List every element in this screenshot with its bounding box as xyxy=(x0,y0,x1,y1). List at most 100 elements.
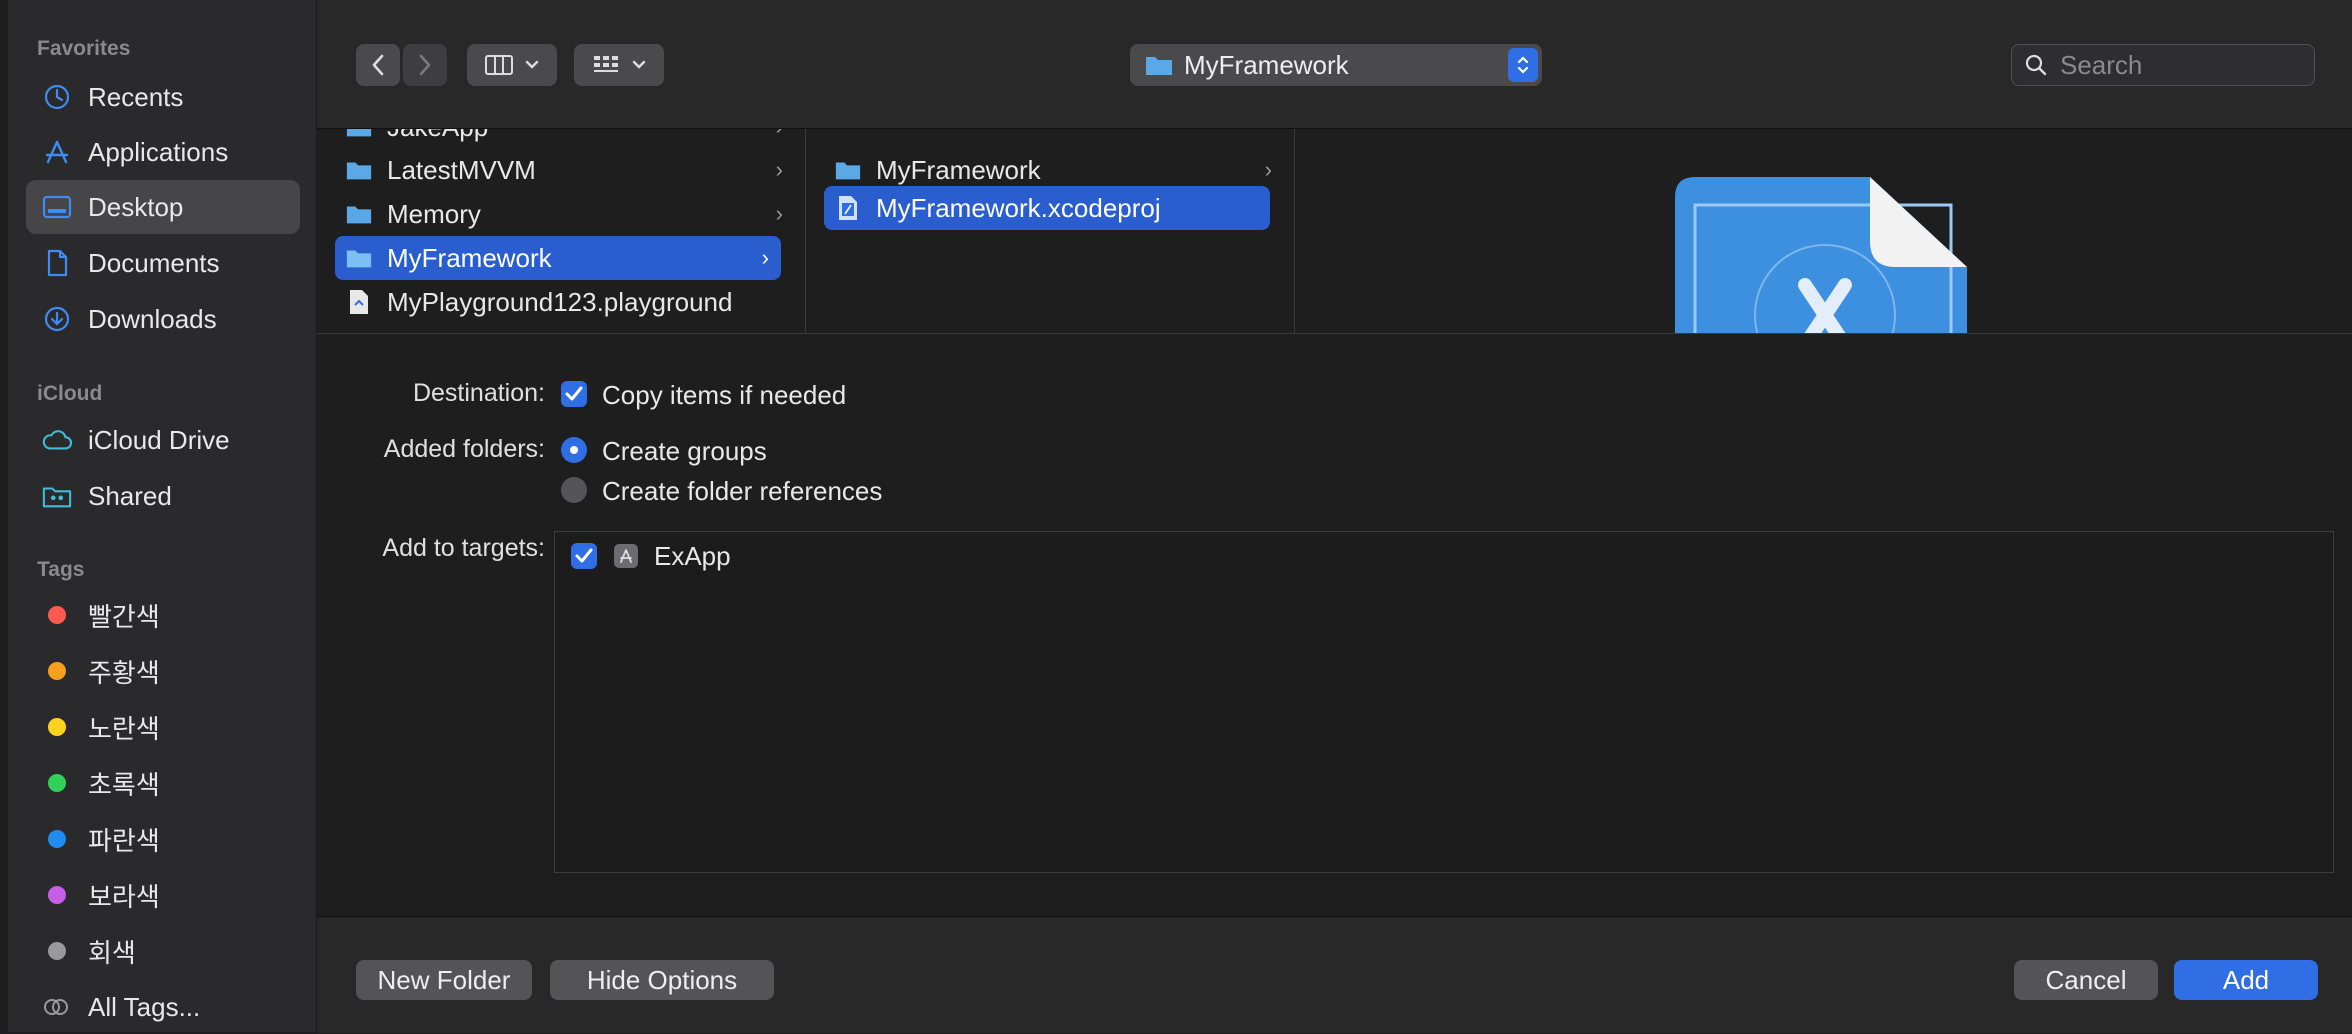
sidebar-tag-red[interactable]: 빨간색 xyxy=(26,588,300,642)
shared-folder-icon xyxy=(42,483,72,509)
sidebar-item-label: 주황색 xyxy=(88,657,160,688)
sidebar-tag-yellow[interactable]: 노란색 xyxy=(26,700,300,754)
tag-green-dot-icon xyxy=(48,774,66,792)
sidebar-item-label: Desktop xyxy=(88,191,184,222)
back-button[interactable] xyxy=(356,44,400,86)
folder-icon xyxy=(834,158,862,182)
checkmark-icon xyxy=(565,386,583,401)
cloud-icon xyxy=(42,429,72,451)
tags-section-title: Tags xyxy=(37,558,85,581)
list-item[interactable]: JakeApp › xyxy=(335,129,795,149)
sidebar-tag-orange[interactable]: 주황색 xyxy=(26,644,300,698)
copy-items-label: Copy items if needed xyxy=(602,380,847,410)
list-item-selected[interactable]: MyFramework › xyxy=(335,236,781,280)
destination-label: Destination: xyxy=(412,379,545,407)
sidebar-tag-purple[interactable]: 보라색 xyxy=(26,868,300,922)
forward-button[interactable] xyxy=(403,44,447,86)
search-input[interactable]: Search xyxy=(2060,50,2142,81)
list-item-selected[interactable]: MyFramework.xcodeproj xyxy=(824,186,1270,230)
main-panel: MyFramework Search JakeApp › LatestMVVM … xyxy=(317,0,2352,1033)
column-browser: JakeApp › LatestMVVM › Memory › MyFramew… xyxy=(317,129,2352,334)
copy-items-checkbox[interactable] xyxy=(561,381,587,407)
sidebar-item-documents[interactable]: Documents xyxy=(26,236,300,290)
sidebar-item-label: Applications xyxy=(88,136,229,167)
sidebar-item-recents[interactable]: Recents xyxy=(26,70,300,124)
list-item[interactable]: MyPlayground123.playground xyxy=(335,280,795,324)
sidebar-item-downloads[interactable]: Downloads xyxy=(26,292,300,346)
chevron-right-icon: › xyxy=(775,201,783,226)
folder-icon xyxy=(345,246,373,270)
new-folder-button[interactable]: New Folder xyxy=(356,960,532,1000)
chevron-right-icon: › xyxy=(1264,157,1272,182)
favorites-section-title: Favorites xyxy=(37,37,131,60)
browser-column-2: MyFramework › MyFramework.xcodeproj xyxy=(806,129,1295,333)
chevron-down-icon xyxy=(525,60,539,69)
grid-group-icon xyxy=(594,56,618,72)
chevron-right-icon: › xyxy=(775,157,783,182)
sidebar-tag-green[interactable]: 초록색 xyxy=(26,756,300,810)
sidebar-item-shared[interactable]: Shared xyxy=(26,469,300,523)
sidebar-item-label: 파란색 xyxy=(88,825,160,856)
chevron-right-icon: › xyxy=(761,245,769,270)
download-icon xyxy=(42,306,72,332)
add-to-targets-label: Add to targets: xyxy=(382,534,545,562)
list-item[interactable]: Memory › xyxy=(335,192,795,236)
sidebar-item-icloud-drive[interactable]: iCloud Drive xyxy=(26,413,300,467)
tag-yellow-dot-icon xyxy=(48,718,66,736)
browser-column-1: JakeApp › LatestMVVM › Memory › MyFramew… xyxy=(317,129,806,333)
add-button[interactable]: Add xyxy=(2174,960,2318,1000)
sidebar-item-label: Documents xyxy=(88,247,220,278)
sidebar-item-label: 빨간색 xyxy=(88,601,160,632)
path-popup[interactable]: MyFramework xyxy=(1130,44,1542,86)
search-icon xyxy=(2025,54,2047,76)
view-mode-button[interactable] xyxy=(467,44,557,86)
sidebar-item-label: Recents xyxy=(88,81,184,112)
desktop-icon xyxy=(42,195,72,219)
list-item[interactable]: LatestMVVM › xyxy=(335,148,795,192)
tag-purple-dot-icon xyxy=(48,886,66,904)
tag-orange-dot-icon xyxy=(48,662,66,680)
folder-icon xyxy=(345,129,373,139)
folder-icon xyxy=(345,158,373,182)
sidebar-tag-blue[interactable]: 파란색 xyxy=(26,812,300,866)
targets-list: ExApp xyxy=(554,531,2334,873)
create-folder-references-label: Create folder references xyxy=(602,476,883,506)
folder-icon xyxy=(1146,57,1172,75)
sidebar-item-label: 노란색 xyxy=(88,713,160,744)
target-checkbox-exapp[interactable] xyxy=(571,543,597,569)
options-panel: Destination: Copy items if needed Added … xyxy=(317,334,2352,916)
group-button[interactable] xyxy=(574,44,664,86)
search-field[interactable]: Search xyxy=(2011,44,2315,86)
sidebar-item-label: Shared xyxy=(88,480,172,511)
columns-view-icon xyxy=(485,55,513,75)
icloud-section-title: iCloud xyxy=(37,382,103,405)
sidebar-item-label: 회색 xyxy=(88,937,136,968)
folder-icon xyxy=(345,202,373,226)
toolbar: MyFramework Search xyxy=(317,0,2352,129)
create-groups-radio[interactable] xyxy=(561,437,587,463)
all-tags-icon xyxy=(42,997,72,1017)
sidebar-item-label: 초록색 xyxy=(88,769,160,800)
tag-blue-dot-icon xyxy=(48,830,66,848)
sidebar-item-desktop[interactable]: Desktop xyxy=(26,180,300,234)
sidebar-tag-gray[interactable]: 회색 xyxy=(26,924,300,978)
tag-red-dot-icon xyxy=(48,606,66,624)
create-groups-label: Create groups xyxy=(602,436,767,466)
path-popup-label: MyFramework xyxy=(1184,49,1349,80)
checkmark-icon xyxy=(575,548,593,563)
playground-file-icon xyxy=(345,288,373,316)
sidebar-item-label: All Tags... xyxy=(88,991,201,1022)
hide-options-button[interactable]: Hide Options xyxy=(550,960,774,1000)
bottom-bar: New Folder Hide Options Cancel Add xyxy=(317,916,2352,1033)
applications-icon xyxy=(42,139,72,165)
clock-icon xyxy=(42,84,72,110)
create-folder-references-radio[interactable] xyxy=(561,477,587,503)
sidebar-item-all-tags[interactable]: All Tags... xyxy=(26,980,300,1034)
cancel-button[interactable]: Cancel xyxy=(2014,960,2158,1000)
tag-gray-dot-icon xyxy=(48,942,66,960)
sidebar-item-label: Downloads xyxy=(88,303,217,334)
sidebar-item-label: iCloud Drive xyxy=(88,424,230,455)
sidebar-item-applications[interactable]: Applications xyxy=(26,125,300,179)
chevron-down-icon xyxy=(632,60,646,69)
xcodeproj-preview-icon xyxy=(1665,175,1987,333)
